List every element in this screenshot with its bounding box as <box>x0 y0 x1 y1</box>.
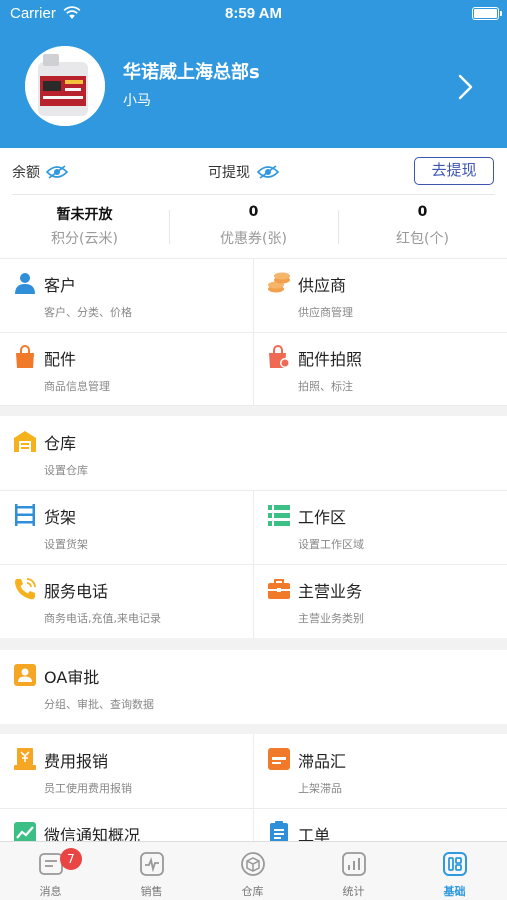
menu-item-oa-approval[interactable]: OA审批 分组、审批、查询数据 <box>0 650 507 724</box>
menu-item-stagnant-goods[interactable]: 滞品汇 上架滞品 <box>254 734 507 808</box>
profile-header[interactable]: Carrier 8:59 AM 华诺威上海总部s 小马 <box>0 0 507 148</box>
menu-item-parts-photo[interactable]: 配件拍照 拍照、标注 <box>254 332 507 406</box>
avatar[interactable] <box>25 46 105 126</box>
menu-title: 配件 <box>44 350 77 369</box>
unread-badge: 7 <box>60 848 82 870</box>
photo-bag-icon <box>269 345 290 368</box>
company-name: 华诺威上海总部s <box>123 62 260 83</box>
tab-label: 销售 <box>140 885 163 898</box>
menu-desc: 主营业务类别 <box>298 612 364 625</box>
tab-label: 统计 <box>342 885 365 898</box>
chevron-right-icon[interactable] <box>455 73 475 101</box>
menu-item-work-area[interactable]: 工作区 设置工作区域 <box>254 490 507 564</box>
points-stat[interactable]: 暂未开放 积分(云米) <box>0 204 169 248</box>
user-name: 小马 <box>123 93 151 109</box>
menu-desc: 供应商管理 <box>298 306 353 319</box>
tab-bar: 7 消息 销售 仓库 统计 基础 <box>0 841 507 900</box>
red-packet-stat[interactable]: 0 红包(个) <box>338 204 507 248</box>
red-packet-value: 0 <box>417 204 428 220</box>
expense-icon <box>14 748 36 770</box>
basics-icon <box>443 852 467 876</box>
menu-desc: 分组、审批、查询数据 <box>44 698 154 711</box>
battery-icon <box>472 7 502 20</box>
divider <box>0 405 507 406</box>
coupon-stat[interactable]: 0 优惠券(张) <box>169 204 338 248</box>
menu-title: 主营业务 <box>298 582 363 601</box>
tab-sales[interactable]: 销售 <box>101 842 202 900</box>
work-area-icon <box>268 505 290 526</box>
menu-title: 费用报销 <box>44 752 109 771</box>
tab-label: 消息 <box>39 885 62 898</box>
menu-title: 工作区 <box>298 508 347 527</box>
balance-card: 余额 可提现 去提现 暂未开放 积分(云米) 0 优惠券(张) 0 红包(个) <box>0 148 507 258</box>
shopping-bag-icon <box>16 345 34 368</box>
briefcase-icon <box>268 579 290 599</box>
tab-messages[interactable]: 7 消息 <box>0 842 101 900</box>
withdrawable-label: 可提现 <box>208 165 250 181</box>
avatar-image <box>25 46 105 126</box>
menu-section-basic: 客户 客户、分类、价格 供应商 供应商管理 配件 商品信息管理 配件拍照 拍照、… <box>0 258 507 406</box>
menu-title: 客户 <box>44 276 77 295</box>
menu-title: OA审批 <box>44 668 100 687</box>
menu-item-shelf[interactable]: 货架 设置货架 <box>0 490 253 564</box>
tab-label: 基础 <box>443 885 466 898</box>
points-value: 暂未开放 <box>56 207 113 223</box>
menu-desc: 商务电话,充值,来电记录 <box>44 612 161 625</box>
menu-section-other: 费用报销 员工使用费用报销 滞品汇 上架滞品 微信通知概况 工单 <box>0 734 507 845</box>
statistics-icon <box>342 852 366 876</box>
menu-item-supplier[interactable]: 供应商 供应商管理 <box>254 258 507 332</box>
tab-warehouse[interactable]: 仓库 <box>202 842 303 900</box>
status-bar: Carrier 8:59 AM <box>0 0 507 28</box>
menu-desc: 设置仓库 <box>44 464 88 477</box>
menu-section-warehouse: 仓库 设置仓库 货架 设置货架 工作区 设置工作区域 服务电话 商务电话,充值,… <box>0 416 507 638</box>
menu-desc: 客户、分类、价格 <box>44 306 132 319</box>
menu-title: 配件拍照 <box>298 350 363 369</box>
menu-title: 供应商 <box>298 276 347 295</box>
menu-desc: 拍照、标注 <box>298 380 353 393</box>
person-icon <box>15 273 35 294</box>
stagnant-goods-icon <box>268 748 290 770</box>
menu-title: 服务电话 <box>44 582 109 601</box>
divider <box>12 194 495 195</box>
menu-desc: 员工使用费用报销 <box>44 782 132 795</box>
menu-item-main-business[interactable]: 主营业务 主营业务类别 <box>254 564 507 638</box>
warehouse-icon <box>14 431 36 452</box>
menu-item-customer[interactable]: 客户 客户、分类、价格 <box>0 258 253 332</box>
red-packet-label: 红包(个) <box>396 231 449 247</box>
menu-item-parts[interactable]: 配件 商品信息管理 <box>0 332 253 406</box>
menu-title: 滞品汇 <box>298 752 347 771</box>
menu-section-oa: OA审批 分组、审批、查询数据 <box>0 650 507 724</box>
phone-icon <box>15 578 36 600</box>
clock: 8:59 AM <box>225 5 282 22</box>
menu-item-warehouse[interactable]: 仓库 设置仓库 <box>0 416 507 490</box>
eye-icon[interactable] <box>46 165 68 179</box>
coupon-value: 0 <box>248 204 259 220</box>
menu-title: 仓库 <box>44 434 77 453</box>
warehouse-box-icon <box>241 852 265 876</box>
menu-desc: 上架滞品 <box>298 782 342 795</box>
coins-icon <box>268 272 290 293</box>
approval-icon <box>14 664 36 686</box>
tab-label: 仓库 <box>241 885 264 898</box>
menu-desc: 商品信息管理 <box>44 380 110 393</box>
balance-label: 余额 <box>12 165 40 181</box>
shelf-icon <box>15 504 35 526</box>
sales-icon <box>140 852 164 876</box>
tab-statistics[interactable]: 统计 <box>303 842 404 900</box>
coupon-label: 优惠券(张) <box>220 231 287 247</box>
menu-desc: 设置货架 <box>44 538 88 551</box>
menu-item-expense[interactable]: 费用报销 员工使用费用报销 <box>0 734 253 808</box>
menu-title: 货架 <box>44 508 77 527</box>
menu-item-service-phone[interactable]: 服务电话 商务电话,充值,来电记录 <box>0 564 253 638</box>
menu-desc: 设置工作区域 <box>298 538 364 551</box>
tab-basics[interactable]: 基础 <box>404 842 505 900</box>
eye-icon[interactable] <box>257 165 279 179</box>
withdraw-button[interactable]: 去提现 <box>414 157 494 185</box>
points-label: 积分(云米) <box>51 231 118 247</box>
